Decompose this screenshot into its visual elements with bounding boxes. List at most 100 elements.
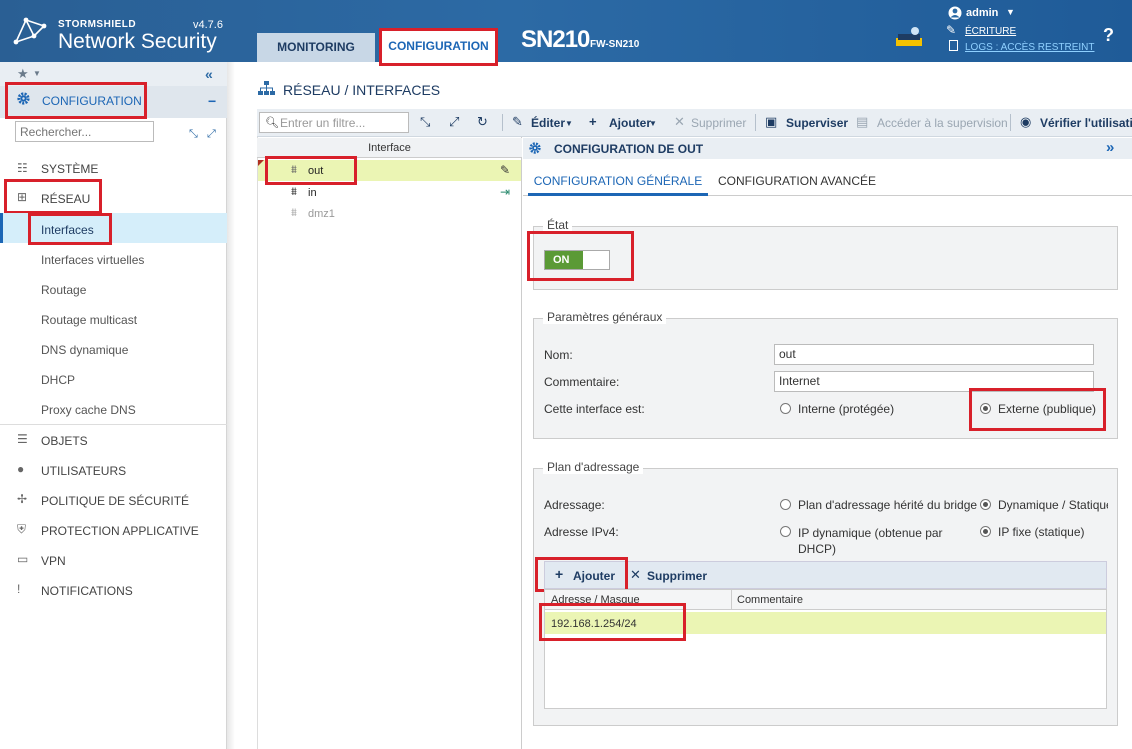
state-toggle[interactable]: ON [544, 250, 610, 270]
radio-static-ip[interactable] [980, 526, 991, 537]
filter-input[interactable]: 🔍︎ Entrer un filtre... [259, 112, 409, 133]
breadcrumb: RÉSEAU / INTERFACES [283, 82, 441, 98]
toggle-on-label: ON [545, 251, 583, 269]
sidebar-item-routing[interactable]: Routage [41, 283, 86, 297]
name-label: Nom: [544, 348, 573, 362]
bridge-inherited-label: Plan d'adressage hérité du bridge [798, 498, 978, 512]
document-icon [949, 40, 958, 51]
ipv4-label: Adresse IPv4: [544, 525, 619, 539]
comment-field[interactable]: Internet [774, 371, 1094, 392]
sidebar-item-interfaces-label: Interfaces [41, 223, 94, 237]
write-mode-link[interactable]: ÉCRITURE [965, 26, 1016, 37]
database-icon: ☰ [17, 432, 28, 446]
radio-dhcp[interactable] [780, 526, 791, 537]
radio-external[interactable] [980, 403, 991, 414]
sidebar-item-virtual-interfaces[interactable]: Interfaces virtuelles [41, 253, 144, 267]
help-button[interactable]: ? [1103, 25, 1114, 46]
chart-icon: ▤ [856, 114, 869, 129]
collapse-all-icon[interactable]: ⤡ [189, 128, 198, 141]
check-usage-button[interactable]: Vérifier l'utilisation [1040, 116, 1132, 130]
addressing-legend: Plan d'adressage [543, 460, 644, 474]
interface-name[interactable]: dmz1 [308, 208, 335, 220]
login-arrow-icon[interactable]: ⇥ [500, 185, 510, 199]
stormshield-logo-icon [13, 17, 47, 45]
delete-address-button[interactable]: Supprimer [647, 569, 707, 583]
sidebar-item-dynamic-dns[interactable]: DNS dynamique [41, 343, 128, 357]
plus-icon: + [555, 566, 564, 582]
static-ip-label: IP fixe (statique) [998, 525, 1085, 539]
expand-all-icon[interactable]: ⤢ [449, 114, 459, 130]
tab-configuration[interactable]: CONFIGURATION [379, 28, 498, 66]
state-legend: État [543, 218, 573, 232]
supervise-button[interactable]: Superviser [786, 116, 848, 130]
brand-name: STORMSHIELD [58, 19, 137, 30]
device-serial: FW-SN210 [590, 39, 640, 50]
interface-name[interactable]: in [308, 187, 317, 199]
collapse-sidebar-icon[interactable]: « [205, 66, 213, 82]
edit-button[interactable]: Éditer [531, 116, 565, 130]
interface-type-label: Cette interface est: [544, 402, 645, 416]
refresh-icon[interactable]: ↻ [477, 114, 488, 130]
sidebar-search-input[interactable] [15, 121, 154, 142]
interface-list [257, 137, 522, 749]
ip-address-cell[interactable]: 192.168.1.254/24 [551, 618, 637, 630]
sidebar-section-label: CONFIGURATION [42, 94, 142, 108]
collapse-section-icon[interactable]: − [208, 93, 216, 109]
chevron-down-icon[interactable]: ▼ [649, 119, 657, 128]
name-field[interactable]: out [774, 344, 1094, 365]
sidebar-item-notifications[interactable]: NOTIFICATIONS [41, 584, 133, 598]
sidebar-item-multicast-routing[interactable]: Routage multicast [41, 313, 137, 327]
eye-icon: ◉ [1020, 114, 1032, 129]
collapse-all-icon[interactable]: ⤡ [420, 114, 430, 130]
expand-all-icon[interactable]: ⤢ [207, 128, 216, 141]
pencil-icon[interactable]: ✎ [500, 163, 510, 177]
sidebar-item-objets[interactable]: OBJETS [41, 434, 88, 448]
tab-monitoring[interactable]: MONITORING [257, 33, 375, 62]
sidebar-section-configuration[interactable]: CONFIGURATION [5, 82, 147, 119]
logs-access-link[interactable]: LOGS : ACCÈS RESTREINT [965, 42, 1094, 53]
edit-icon: ✎ [512, 114, 523, 129]
device-icon[interactable] [895, 26, 923, 48]
tab-general-config[interactable]: CONFIGURATION GÉNÉRALE [528, 166, 708, 196]
search-icon: 🔍︎ [265, 117, 279, 129]
close-icon: ✕ [674, 114, 685, 129]
add-button[interactable]: Ajouter [609, 116, 651, 130]
user-name[interactable]: admin [966, 7, 998, 19]
sidebar-item-dhcp[interactable]: DHCP [41, 373, 75, 387]
radio-dynamic-static[interactable] [980, 499, 991, 510]
delete-button[interactable]: Supprimer [691, 116, 746, 130]
chevron-down-icon[interactable]: ▼ [565, 119, 573, 128]
radio-bridge-inherited[interactable] [780, 499, 791, 510]
gear-icon [529, 142, 541, 154]
comment-label: Commentaire: [544, 375, 620, 389]
radio-internal[interactable] [780, 403, 791, 414]
address-grid-toolbar [544, 561, 1107, 589]
alert-icon: ! [17, 582, 21, 596]
chevron-down-icon[interactable]: ▼ [1006, 7, 1015, 17]
close-icon: ✕ [630, 567, 641, 582]
access-supervision-button[interactable]: Accéder à la supervision [877, 116, 1008, 130]
addressing-label: Adressage: [544, 498, 605, 512]
chevron-down-icon[interactable]: ▼ [33, 69, 41, 78]
network-icon [258, 81, 275, 95]
user-icon [948, 6, 962, 20]
filter-placeholder: Entrer un filtre... [280, 116, 366, 130]
sliders-icon: ☷ [17, 161, 28, 175]
column-header-interface[interactable]: Interface [257, 138, 522, 158]
sidebar-item-dns-cache-proxy[interactable]: Proxy cache DNS [41, 403, 136, 417]
detail-title: CONFIGURATION DE OUT [554, 142, 704, 156]
sidebar-item-vpn[interactable]: VPN [41, 554, 66, 568]
device-model: SN210 [521, 26, 590, 53]
sidebar-item-app-protection[interactable]: PROTECTION APPLICATIVE [41, 524, 199, 538]
column-header-address[interactable]: Adresse / Masque [551, 594, 640, 606]
dhcp-label: IP dynamique (obtenue par DHCP) [798, 526, 943, 556]
sidebar-item-utilisateurs[interactable]: UTILISATEURS [41, 464, 126, 478]
monitor-icon: ▣ [765, 114, 778, 129]
sidebar-item-systeme[interactable]: SYSTÈME [41, 162, 98, 176]
star-icon[interactable]: ★ [17, 66, 29, 82]
sidebar-item-security-policy[interactable]: POLITIQUE DE SÉCURITÉ [41, 494, 189, 508]
expand-panel-icon[interactable]: » [1106, 139, 1114, 156]
column-header-comment[interactable]: Commentaire [737, 594, 803, 606]
network-port-shield-icon: ⩩ [291, 186, 297, 198]
tab-advanced-config[interactable]: CONFIGURATION AVANCÉE [708, 166, 886, 196]
